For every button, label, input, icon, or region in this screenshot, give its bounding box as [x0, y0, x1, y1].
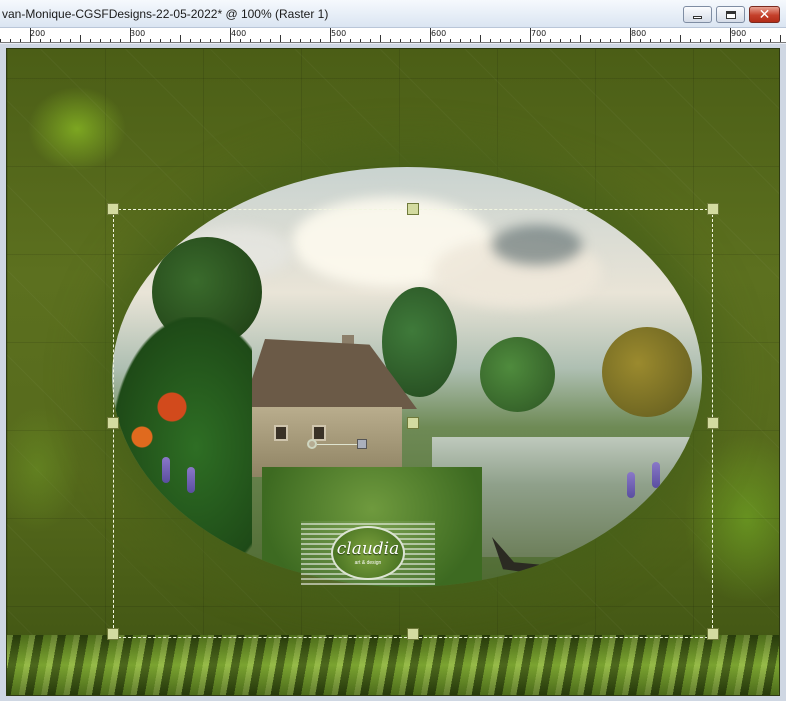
rotation-pivot-icon[interactable] — [307, 439, 317, 449]
handle-bottom-middle[interactable] — [407, 628, 419, 640]
handle-middle-right[interactable] — [707, 417, 719, 429]
horizontal-ruler: 200 300 400 500 600 700 800 900 — [0, 28, 786, 43]
ruler-label: 500 — [331, 29, 347, 38]
handle-top-left[interactable] — [107, 203, 119, 215]
handle-bottom-left[interactable] — [107, 628, 119, 640]
ruler-label: 300 — [130, 29, 146, 38]
ruler-label: 700 — [531, 29, 547, 38]
window-title: van-Monique-CGSFDesigns-22-05-2022* @ 10… — [2, 7, 329, 21]
close-button[interactable]: ✕ — [749, 6, 780, 23]
rotation-arm — [317, 444, 357, 445]
ruler-label: 800 — [631, 29, 647, 38]
ruler-label: 900 — [731, 29, 747, 38]
handle-top-right[interactable] — [707, 203, 719, 215]
reflection-floor — [7, 635, 779, 695]
minimize-button[interactable] — [683, 6, 712, 23]
maximize-button[interactable] — [716, 6, 745, 23]
maximize-icon — [725, 10, 736, 19]
rotation-handle[interactable] — [357, 439, 367, 449]
close-icon: ✕ — [758, 6, 771, 23]
ruler-label: 400 — [231, 29, 247, 38]
handle-top-middle[interactable] — [407, 203, 419, 215]
window-titlebar[interactable]: van-Monique-CGSFDesigns-22-05-2022* @ 10… — [0, 0, 786, 28]
ruler-label: 200 — [30, 29, 46, 38]
image-canvas[interactable]: claudia art & design — [6, 48, 780, 696]
handle-middle-left[interactable] — [107, 417, 119, 429]
minimize-icon — [693, 16, 702, 19]
handle-bottom-right[interactable] — [707, 628, 719, 640]
ruler-label: 600 — [431, 29, 447, 38]
ruler-ticks — [0, 28, 781, 42]
document-workspace[interactable]: claudia art & design — [0, 44, 786, 701]
handle-center[interactable] — [407, 417, 419, 429]
